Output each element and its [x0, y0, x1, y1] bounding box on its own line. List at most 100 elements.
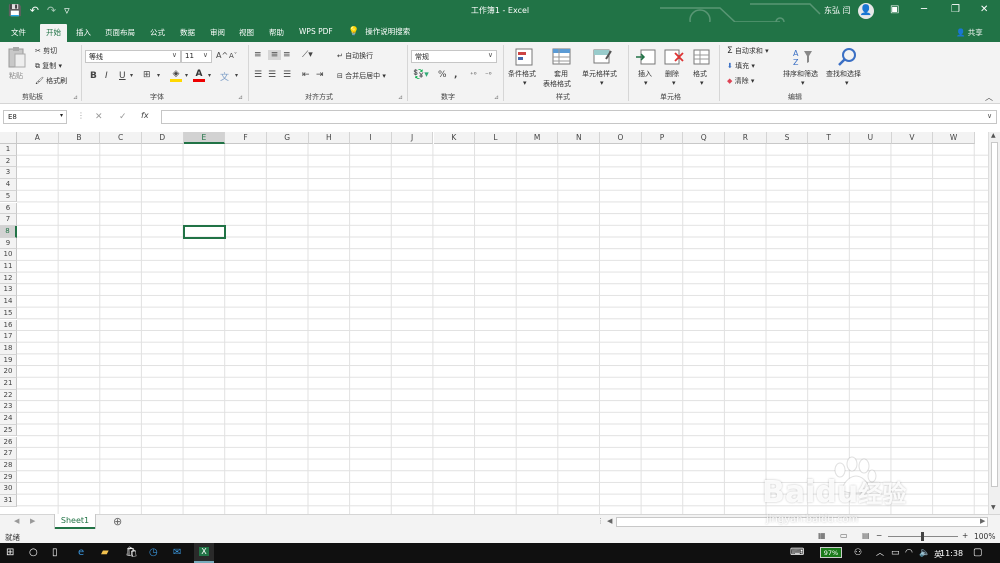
- comma-style-button[interactable]: ,: [454, 70, 457, 80]
- zoom-level[interactable]: 100%: [974, 532, 995, 541]
- column-header[interactable]: U: [850, 132, 892, 144]
- wrap-text-button[interactable]: ↵ 自动换行: [337, 51, 373, 61]
- select-all-corner[interactable]: [0, 132, 17, 144]
- column-header[interactable]: O: [600, 132, 642, 144]
- row-header[interactable]: 12: [0, 272, 17, 285]
- row-header[interactable]: 14: [0, 296, 17, 308]
- chevron-down-icon[interactable]: ▾: [208, 72, 211, 79]
- row-header[interactable]: 11: [0, 261, 17, 273]
- dialog-launcher-icon[interactable]: ⊿: [73, 94, 78, 101]
- formula-input[interactable]: [161, 110, 997, 124]
- tab-review[interactable]: 审阅: [210, 27, 225, 38]
- autosum-button[interactable]: Σ 自动求和 ▾: [727, 46, 769, 56]
- column-header[interactable]: T: [808, 132, 850, 144]
- shrink-font-icon[interactable]: Aˇ: [229, 52, 237, 60]
- column-header[interactable]: B: [58, 132, 101, 144]
- battery-icon[interactable]: ▭: [891, 546, 900, 560]
- align-top-icon[interactable]: ≡: [254, 50, 262, 60]
- next-sheet-icon[interactable]: ▶: [30, 517, 35, 525]
- borders-icon[interactable]: ⊞: [143, 70, 151, 80]
- store-icon[interactable]: 🛍: [125, 546, 138, 560]
- column-header[interactable]: E: [183, 132, 226, 144]
- underline-button[interactable]: U: [119, 71, 126, 81]
- user-name[interactable]: 东弘 闫: [824, 5, 851, 16]
- vertical-scroll-thumb[interactable]: [991, 142, 998, 487]
- clear-button[interactable]: ◆ 清除 ▾: [727, 76, 754, 86]
- find-select-button[interactable]: 查找和选择 ▾: [826, 47, 870, 89]
- column-header[interactable]: K: [433, 132, 476, 144]
- tell-me-search[interactable]: 💡 操作说明搜索: [348, 26, 410, 37]
- column-header[interactable]: C: [100, 132, 142, 144]
- scroll-left-icon[interactable]: ◀: [607, 517, 612, 525]
- column-header[interactable]: V: [891, 132, 934, 144]
- sort-filter-button[interactable]: AZ 排序和筛选 ▾: [782, 47, 826, 89]
- copy-button[interactable]: ⧉ 复制 ▾: [35, 61, 62, 71]
- row-header[interactable]: 16: [0, 319, 17, 332]
- cell-styles-button[interactable]: 单元格样式 ▾: [581, 47, 625, 89]
- scroll-right-icon[interactable]: ▶: [980, 517, 985, 525]
- row-header[interactable]: 23: [0, 401, 17, 414]
- align-left-icon[interactable]: ☰: [254, 70, 262, 80]
- orientation-icon[interactable]: ⟋▾: [302, 50, 313, 60]
- format-painter-button[interactable]: 🖌 格式刷: [35, 76, 67, 86]
- tab-view[interactable]: 视图: [239, 27, 254, 38]
- row-header[interactable]: 13: [0, 284, 17, 297]
- row-header[interactable]: 19: [0, 354, 17, 367]
- paste-button[interactable]: 粘贴: [6, 46, 28, 86]
- number-format-select[interactable]: 常规 ∨: [411, 50, 497, 63]
- row-header[interactable]: 21: [0, 378, 17, 390]
- zoom-in-button[interactable]: +: [962, 531, 968, 540]
- mail-icon[interactable]: ✉: [173, 546, 181, 560]
- insert-function-button[interactable]: fx: [141, 111, 149, 120]
- collapse-ribbon-icon[interactable]: ︿: [985, 92, 993, 103]
- column-header[interactable]: M: [516, 132, 559, 144]
- row-header[interactable]: 5: [0, 190, 17, 203]
- column-header[interactable]: Q: [683, 132, 726, 144]
- avatar[interactable]: 👤: [858, 3, 874, 19]
- column-header[interactable]: H: [308, 132, 351, 144]
- align-middle-icon[interactable]: ≡: [268, 50, 281, 60]
- row-header[interactable]: 31: [0, 495, 17, 507]
- wifi-icon[interactable]: ◠: [905, 546, 913, 560]
- column-header[interactable]: N: [558, 132, 601, 144]
- row-header[interactable]: 26: [0, 436, 17, 449]
- align-right-icon[interactable]: ☰: [283, 70, 291, 80]
- format-as-table-button[interactable]: 套用 表格格式: [543, 47, 581, 89]
- tab-data[interactable]: 数据: [180, 27, 195, 38]
- notifications-icon[interactable]: ▢: [973, 546, 982, 560]
- fill-button[interactable]: ⬇ 填充 ▾: [727, 61, 755, 71]
- name-box[interactable]: E8 ▾: [3, 110, 67, 124]
- prev-sheet-icon[interactable]: ◀: [14, 517, 19, 525]
- column-header[interactable]: A: [17, 132, 59, 144]
- bold-button[interactable]: B: [90, 71, 97, 81]
- scroll-down-icon[interactable]: ▼: [991, 504, 996, 511]
- volume-icon[interactable]: 🔈: [919, 546, 930, 560]
- dialog-launcher-icon[interactable]: ⊿: [494, 94, 499, 101]
- enter-icon[interactable]: ✓: [119, 112, 127, 122]
- chevron-down-icon[interactable]: ▾: [157, 72, 160, 79]
- tab-formulas[interactable]: 公式: [150, 27, 165, 38]
- row-header[interactable]: 22: [0, 389, 17, 402]
- insert-cells-button[interactable]: 插入 ▾: [633, 47, 659, 89]
- scroll-up-icon[interactable]: ▲: [991, 132, 996, 139]
- font-name-select[interactable]: 等线 ∨: [85, 50, 181, 63]
- row-header[interactable]: 10: [0, 249, 17, 261]
- windows-start-icon[interactable]: ⊞: [6, 546, 14, 560]
- column-header[interactable]: P: [641, 132, 684, 144]
- dialog-launcher-icon[interactable]: ⊿: [238, 94, 243, 101]
- show-hidden-icon[interactable]: ︿: [876, 546, 884, 560]
- tab-file[interactable]: 文件: [11, 27, 26, 38]
- dialog-launcher-icon[interactable]: ⊿: [398, 94, 403, 101]
- tab-help[interactable]: 帮助: [269, 27, 284, 38]
- row-header[interactable]: 24: [0, 413, 17, 425]
- increase-indent-icon[interactable]: ⇥: [316, 70, 324, 80]
- decrease-indent-icon[interactable]: ⇤: [302, 70, 310, 80]
- search-icon[interactable]: ○: [29, 546, 38, 560]
- more-options-icon[interactable]: ⋮: [77, 111, 85, 120]
- row-header[interactable]: 15: [0, 307, 17, 320]
- chevron-down-icon[interactable]: ▾: [185, 72, 188, 79]
- row-header[interactable]: 4: [0, 179, 17, 191]
- currency-icon[interactable]: 💱▾: [413, 70, 429, 80]
- row-header[interactable]: 28: [0, 459, 17, 472]
- font-color-icon[interactable]: A: [193, 69, 205, 82]
